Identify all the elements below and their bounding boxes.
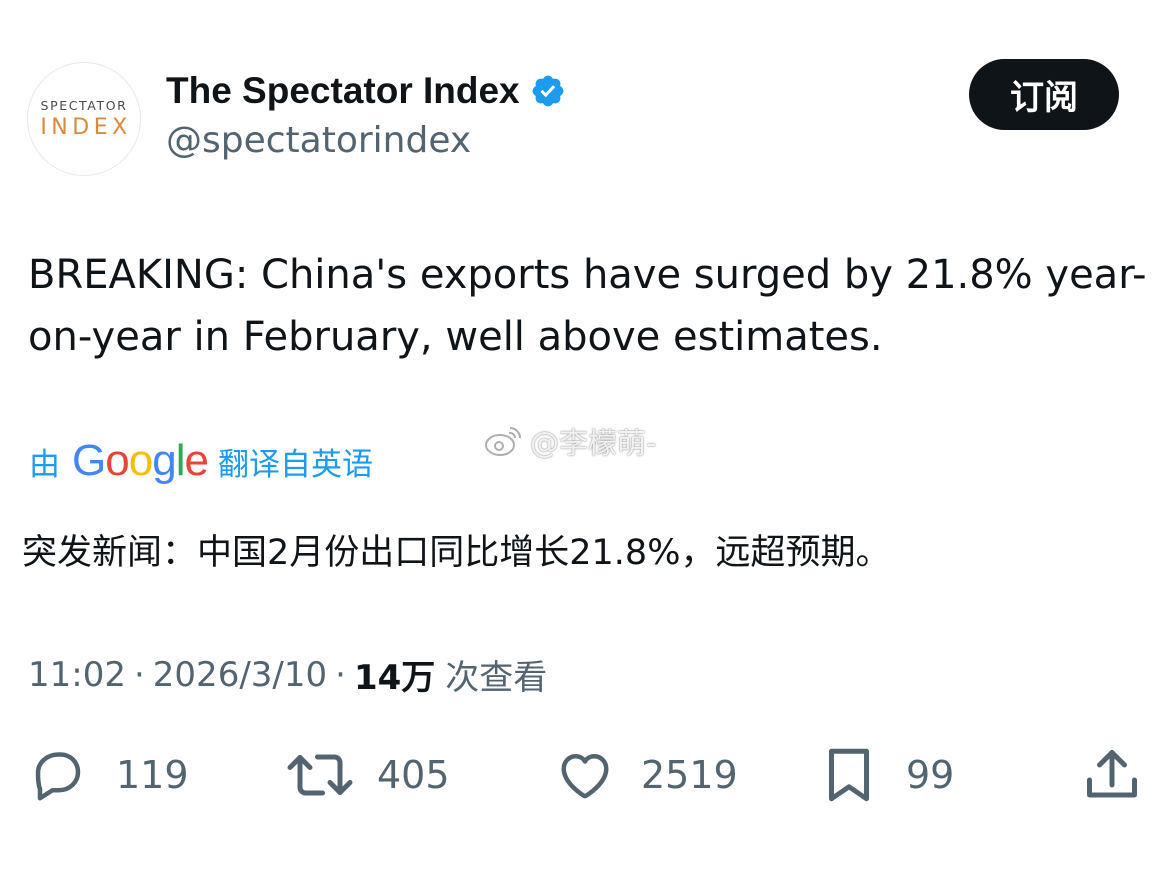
bookmark-icon (829, 748, 869, 802)
avatar[interactable]: SPECTATOR INDEX (27, 62, 141, 176)
tweet-meta: 11:02 · 2026/3/10 · 14万 次查看 (28, 650, 547, 699)
translated-tweet-text: 突发新闻：中国2月份出口同比增长21.8%，远超预期。 (22, 533, 891, 573)
translate-prefix: 由 (29, 446, 60, 483)
tweet-date[interactable]: 2026/3/10 (153, 655, 327, 695)
share-icon (1087, 750, 1137, 798)
display-name[interactable]: The Spectator Index (166, 70, 520, 112)
like-button[interactable]: 2519 (553, 740, 738, 810)
views-label: 次查看 (445, 658, 548, 698)
views-count[interactable]: 14万 (354, 650, 435, 699)
verified-badge-icon (532, 75, 564, 107)
google-logo: Google (72, 436, 209, 485)
watermark-text: @李檬萌- (530, 426, 657, 460)
weibo-icon (485, 427, 521, 456)
avatar-top-text: SPECTATOR (40, 98, 128, 113)
bookmark-button[interactable]: 99 (822, 740, 954, 810)
tweet-text: BREAKING: China's exports have surged by… (28, 252, 1147, 360)
heart-icon (561, 754, 609, 799)
display-name-row[interactable]: The Spectator Index (166, 70, 566, 112)
reply-icon (35, 752, 81, 801)
user-handle[interactable]: @spectatorindex (166, 120, 471, 161)
reply-button[interactable]: 119 (28, 740, 189, 810)
repost-button[interactable]: 405 (285, 740, 450, 810)
reply-count: 119 (116, 753, 189, 797)
repost-icon (287, 754, 353, 796)
repost-count: 405 (377, 753, 450, 797)
bookmark-count: 99 (906, 753, 955, 797)
watermark: @李檬萌- (484, 420, 656, 462)
translation-attribution[interactable]: 由 Google 翻译自英语 (29, 436, 373, 486)
tweet-time[interactable]: 11:02 (28, 655, 126, 695)
avatar-bottom-text: INDEX (40, 115, 132, 140)
meta-separator: · (335, 654, 346, 695)
translate-suffix: 翻译自英语 (217, 446, 373, 483)
action-bar: 119 405 2519 99 (0, 740, 1155, 810)
subscribe-button[interactable]: 订阅 (969, 59, 1119, 130)
meta-separator: · (133, 654, 145, 695)
like-count: 2519 (641, 753, 738, 797)
share-button[interactable] (1082, 740, 1142, 810)
